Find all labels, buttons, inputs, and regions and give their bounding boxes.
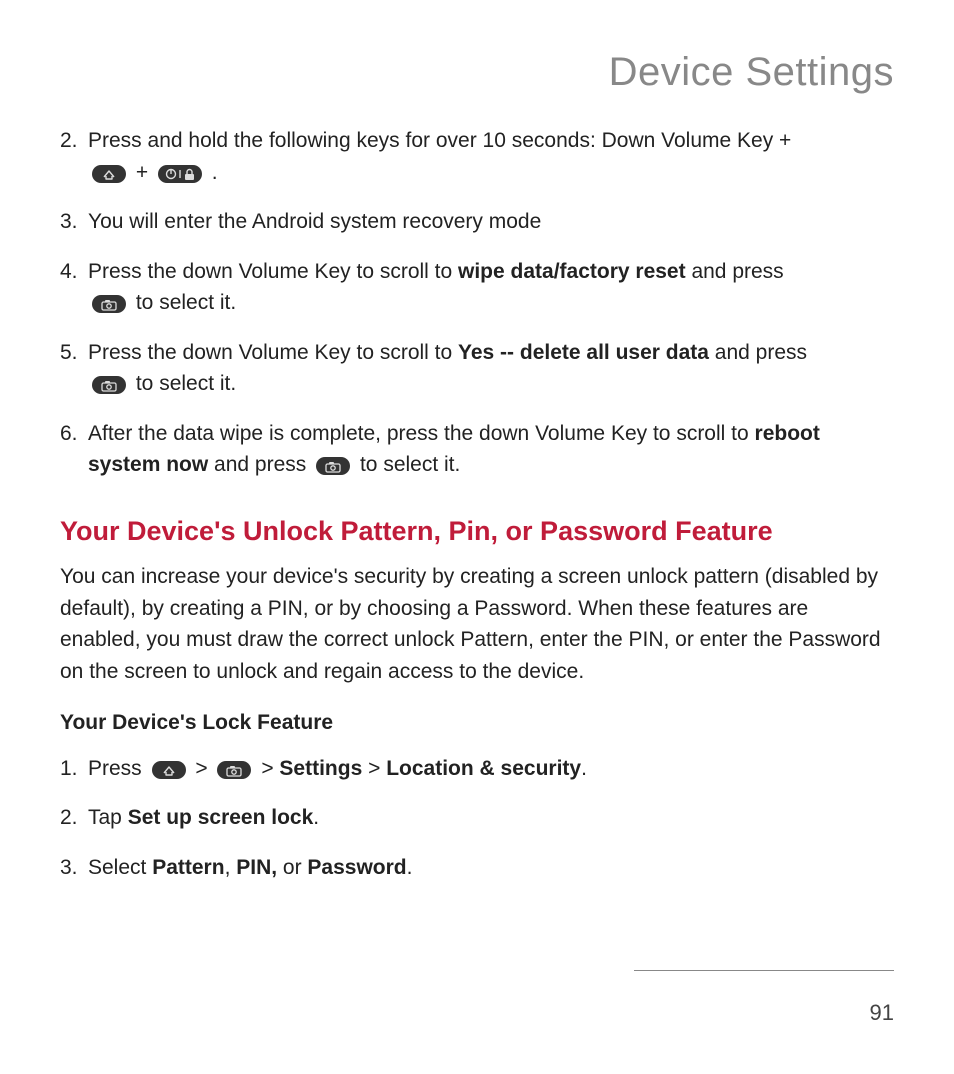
home-key-icon: [92, 165, 126, 183]
power-lock-key-icon: [158, 165, 202, 183]
section-heading: Your Device's Unlock Pattern, Pin, or Pa…: [60, 511, 894, 552]
bold-text: Location & security: [386, 757, 581, 780]
step-number: 4.: [60, 256, 88, 319]
step-text: .: [212, 161, 218, 184]
step-text: ,: [225, 856, 237, 879]
camera-key-icon: [217, 761, 251, 779]
step-number: 6.: [60, 418, 88, 481]
bold-text: Settings: [279, 757, 362, 780]
step-text: Press: [88, 757, 148, 780]
bold-text: Password: [307, 856, 406, 879]
step-text: to select it.: [136, 372, 236, 395]
lock-step-2: 2. Tap Set up screen lock.: [60, 802, 894, 834]
step-6: 6. After the data wipe is complete, pres…: [60, 418, 894, 481]
step-text: >: [195, 757, 213, 780]
step-3: 3. You will enter the Android system rec…: [60, 206, 894, 238]
step-text: +: [136, 161, 154, 184]
step-text: Press the down Volume Key to scroll to: [88, 341, 458, 364]
step-number: 3.: [60, 206, 88, 238]
step-text: >: [362, 757, 386, 780]
step-text: to select it.: [136, 291, 236, 314]
bold-text: wipe data/factory reset: [458, 260, 686, 283]
page-title: Device Settings: [60, 50, 894, 95]
step-number: 1.: [60, 753, 88, 785]
home-key-icon: [152, 761, 186, 779]
section-paragraph: You can increase your device's security …: [60, 561, 894, 687]
page-number: 91: [870, 1000, 894, 1026]
step-text: or: [277, 856, 307, 879]
step-text: .: [407, 856, 413, 879]
subheading: Your Device's Lock Feature: [60, 707, 894, 739]
step-number: 2.: [60, 802, 88, 834]
step-4: 4. Press the down Volume Key to scroll t…: [60, 256, 894, 319]
step-5: 5. Press the down Volume Key to scroll t…: [60, 337, 894, 400]
lock-step-3: 3. Select Pattern, PIN, or Password.: [60, 852, 894, 884]
step-number: 2.: [60, 125, 88, 188]
step-text: .: [313, 806, 319, 829]
step-number: 5.: [60, 337, 88, 400]
footer-rule: [634, 970, 894, 971]
step-text: .: [581, 757, 587, 780]
step-text: Press and hold the following keys for ov…: [88, 129, 791, 152]
step-text: After the data wipe is complete, press t…: [88, 422, 755, 445]
step-text: and press: [208, 453, 312, 476]
step-text: and press: [686, 260, 784, 283]
bold-text: Set up screen lock: [128, 806, 314, 829]
step-text: and press: [709, 341, 807, 364]
step-text: Tap: [88, 806, 128, 829]
content-body: 2. Press and hold the following keys for…: [60, 125, 894, 883]
step-2: 2. Press and hold the following keys for…: [60, 125, 894, 188]
step-text: to select it.: [360, 453, 460, 476]
camera-key-icon: [92, 295, 126, 313]
step-number: 3.: [60, 852, 88, 884]
step-text: Select: [88, 856, 152, 879]
camera-key-icon: [316, 457, 350, 475]
step-text: Press the down Volume Key to scroll to: [88, 260, 458, 283]
lock-step-1: 1. Press > > Settings > Location & secur…: [60, 753, 894, 785]
bold-text: Yes -- delete all user data: [458, 341, 709, 364]
camera-key-icon: [92, 376, 126, 394]
bold-text: Pattern: [152, 856, 224, 879]
bold-text: PIN,: [236, 856, 277, 879]
step-text: You will enter the Android system recove…: [88, 206, 894, 238]
step-text: >: [261, 757, 279, 780]
